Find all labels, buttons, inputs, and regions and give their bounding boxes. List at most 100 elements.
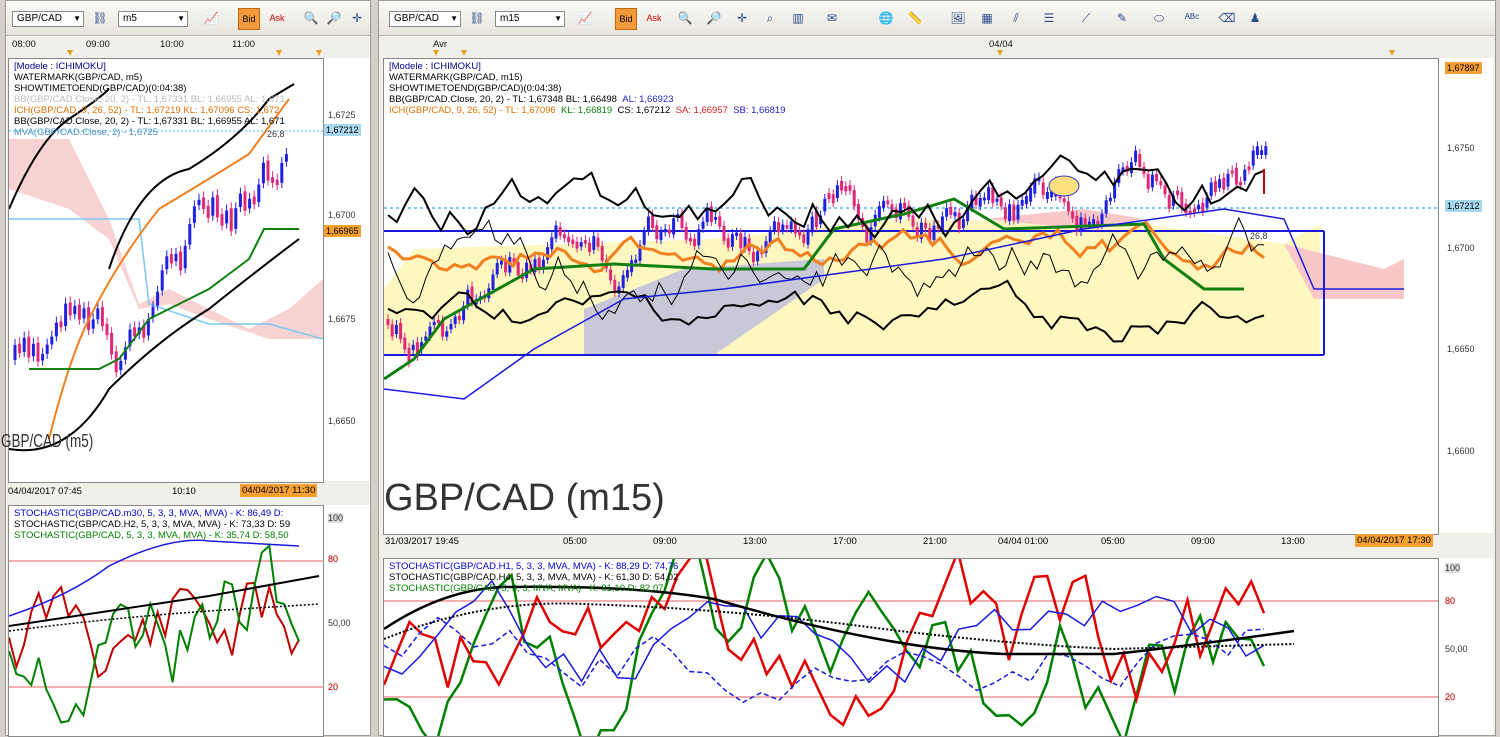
- globe-icon[interactable]: 🌐: [876, 8, 896, 28]
- right-osc-panel[interactable]: STOCHASTIC(GBP/CAD.H1, 5, 3, 3, MVA, MVA…: [383, 558, 1439, 737]
- ellipse-icon[interactable]: ⬭: [1149, 8, 1169, 28]
- time-label: 13:00: [1281, 536, 1305, 547]
- timeframe-select[interactable]: m5 ▼: [118, 11, 188, 27]
- horizontal-lines-icon[interactable]: ☰: [1039, 8, 1059, 28]
- chevron-down-icon: ▼: [177, 14, 185, 23]
- symbol-select[interactable]: GBP/CAD ▼: [389, 11, 461, 27]
- current-price-tag: 1,67212: [324, 124, 361, 136]
- candle-body: [91, 319, 95, 329]
- trader-icon[interactable]: ♟: [1245, 8, 1265, 28]
- right-chart-window: GBP/CAD ▼ ⛓ m15 ▼ 📈 Bid Ask 🔍 🔎 ✛ ⌕ ▥ ✉ 🌐 …: [378, 0, 1496, 737]
- text-tool-icon[interactable]: ᴬᴮᶜ: [1182, 8, 1202, 28]
- ask-button[interactable]: Ask: [643, 8, 665, 30]
- candle-body: [1146, 174, 1150, 189]
- candle-body: [1176, 190, 1180, 196]
- crosshair-icon[interactable]: ✛: [732, 8, 752, 28]
- chain-link-icon[interactable]: ⛓: [467, 8, 487, 28]
- bid-button[interactable]: Bid: [238, 8, 260, 30]
- candle-body: [64, 303, 68, 327]
- candle-body: [133, 327, 137, 337]
- candle-body: [36, 342, 40, 362]
- candle-body: [174, 253, 178, 262]
- ich-legend-sb: SB: 1,66819: [733, 105, 786, 116]
- legend-line: WATERMARK(GBP/CAD, m5): [14, 72, 143, 83]
- candle-body: [831, 194, 835, 204]
- left-osc-panel[interactable]: STOCHASTIC(GBP/CAD.m30, 5, 3, 3, MVA, MV…: [8, 505, 324, 737]
- legend-line-ich: ICH(GBP/CAD, 9, 26, 52) - TL: 1,67096 KL…: [389, 105, 785, 116]
- candle-body: [714, 217, 718, 221]
- candle-body: [646, 216, 650, 232]
- left-price-panel[interactable]: [Modele : ICHIMOKU] WATERMARK(GBP/CAD, m…: [1, 58, 324, 483]
- candle-body: [802, 234, 806, 244]
- trendline-icon[interactable]: ⟋: [1076, 8, 1096, 28]
- candle-body: [1020, 200, 1024, 206]
- bb-legend-name: BB(GBP/CAD.Close, 20, 2) - TL: 1,67348 B…: [389, 94, 617, 105]
- right-price-panel[interactable]: [Modele : ICHIMOKU] WATERMARK(GBP/CAD, m…: [383, 58, 1439, 535]
- chart-type-icon[interactable]: 📈: [575, 8, 595, 28]
- candle-body: [1138, 154, 1142, 167]
- chart-type-icon[interactable]: 📈: [201, 8, 221, 28]
- candle-body: [693, 238, 697, 247]
- zoom-in-icon[interactable]: 🔍: [675, 8, 695, 28]
- timeframe-select[interactable]: m15 ▼: [495, 11, 565, 27]
- kumo-bull: [384, 219, 1320, 355]
- period-marker: [67, 50, 73, 56]
- candle-body: [261, 162, 265, 184]
- candle-body: [1226, 173, 1230, 187]
- candle-body: [1201, 202, 1205, 213]
- image-icon[interactable]: 🖼: [948, 8, 968, 28]
- candle-body: [411, 344, 415, 350]
- price-tick: 1,6750: [1447, 143, 1475, 153]
- candle-body: [583, 240, 587, 244]
- zoom-out-icon[interactable]: 🔎: [324, 8, 344, 28]
- eraser-icon[interactable]: ⌫: [1217, 8, 1237, 28]
- indicator-icon[interactable]: ▦: [977, 8, 997, 28]
- candle-body: [445, 331, 449, 337]
- candle-body: [1066, 201, 1070, 212]
- ruler-icon[interactable]: 📏: [905, 8, 925, 28]
- candle-body: [225, 210, 229, 224]
- candle-body: [798, 231, 802, 236]
- candle-body: [793, 222, 797, 234]
- candle-body: [1029, 187, 1033, 202]
- osc-tick: 50,00: [328, 618, 351, 628]
- candle-body: [1024, 196, 1028, 205]
- zoom-out-icon[interactable]: 🔎: [704, 8, 724, 28]
- candle-body: [1003, 207, 1007, 220]
- chain-link-icon[interactable]: ⛓: [90, 8, 110, 28]
- comment-icon[interactable]: ✉: [822, 8, 842, 28]
- candle-body: [781, 224, 785, 231]
- right-price-axis: 1,67897 1,6750 1,67212 1,6700 1,6650 1,6…: [1439, 58, 1493, 533]
- candle-body: [663, 228, 667, 233]
- candle-body: [169, 254, 173, 264]
- candle-body: [457, 316, 461, 321]
- candle-body: [1255, 146, 1259, 155]
- chevron-down-icon: ▼: [554, 14, 562, 23]
- candle-body: [1260, 150, 1264, 155]
- right-osc-axis: 100 80 50,00 20: [1439, 558, 1493, 735]
- pencil-icon[interactable]: ✎: [1112, 8, 1132, 28]
- candle-body: [848, 185, 852, 191]
- candle-body: [1247, 166, 1251, 171]
- zoom-in-icon[interactable]: 🔍: [301, 8, 321, 28]
- symbol-select[interactable]: GBP/CAD ▼: [12, 11, 84, 27]
- draw-lines-icon[interactable]: ⫽: [1006, 8, 1026, 28]
- candle-body: [1062, 198, 1066, 203]
- candle-body: [41, 354, 45, 361]
- bid-button[interactable]: Bid: [615, 8, 637, 30]
- time-label: 31/03/2017 19:45: [385, 536, 459, 547]
- date-label: 04/04: [989, 39, 1013, 50]
- candle-body: [119, 360, 123, 371]
- crosshair-icon[interactable]: ✛: [347, 8, 367, 28]
- bar-chart-icon[interactable]: ▥: [788, 8, 808, 28]
- left-osc-axis: 100 80 50,00 20: [324, 505, 370, 735]
- candle-body: [82, 308, 86, 319]
- zoom-box-icon[interactable]: ⌕: [760, 8, 780, 28]
- ask-button[interactable]: Ask: [266, 8, 288, 30]
- candle-body: [571, 239, 575, 244]
- candle-body: [554, 225, 558, 239]
- legend-line: SHOWTIMETOEND(GBP/CAD)(0:04:38): [389, 83, 562, 94]
- candle-body: [978, 198, 982, 207]
- osc-tick: 100: [1445, 563, 1461, 573]
- candle-body: [575, 241, 579, 249]
